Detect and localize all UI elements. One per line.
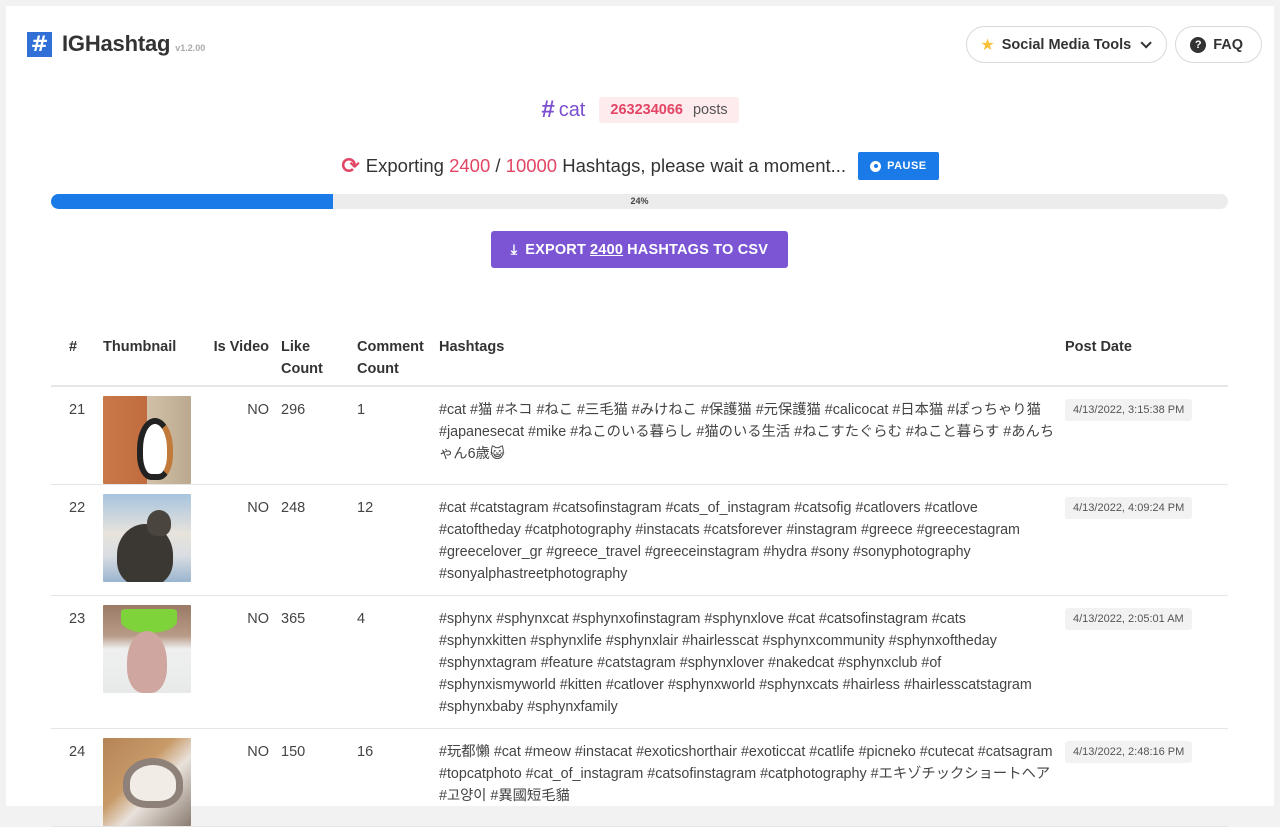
- faq-label: FAQ: [1213, 36, 1243, 53]
- pause-label: PAUSE: [887, 160, 927, 172]
- green-towel: [121, 609, 177, 633]
- column-header-thumbnail[interactable]: Thumbnail: [91, 336, 204, 385]
- like-count: 248: [281, 500, 306, 516]
- thumbnail-image[interactable]: [103, 494, 191, 582]
- hashtags-text: #玩都懶 #cat #meow #instacat #exoticshortha…: [439, 744, 1053, 804]
- export-current: 2400: [449, 155, 491, 176]
- comment-count: 16: [357, 744, 374, 760]
- pause-circle-icon: [870, 160, 882, 172]
- hashtags-text: #cat #catstagram #catsofinstagram #cats_…: [439, 500, 1020, 582]
- chevron-down-icon: [1140, 36, 1152, 49]
- table-row[interactable]: 21 NO 296 1 #cat #猫 #ネコ #ねこ #三毛猫 #みけねこ #…: [51, 387, 1228, 485]
- post-count: 263234066: [610, 102, 683, 118]
- column-header-comment-count[interactable]: Comment Count: [341, 336, 439, 385]
- like-count: 365: [281, 611, 306, 627]
- faq-button[interactable]: ? FAQ: [1175, 26, 1262, 63]
- question-circle-icon: ?: [1190, 36, 1207, 53]
- export-csv-button[interactable]: ⤓ EXPORT 2400 HASHTAGS TO CSV: [491, 231, 788, 268]
- cat-figure: [137, 418, 173, 480]
- hashtags-text: #sphynx #sphynxcat #sphynxofinstagram #s…: [439, 611, 1032, 715]
- row-number: 21: [69, 402, 86, 418]
- star-icon: ★: [980, 36, 995, 54]
- hashtags-text: #cat #猫 #ネコ #ねこ #三毛猫 #みけねこ #保護猫 #元保護猫 #c…: [439, 402, 1055, 462]
- hashtag-icon: #: [541, 96, 555, 123]
- export-suffix: Hashtags, please wait a moment...: [562, 155, 847, 176]
- table-row[interactable]: 23 NO 365 4 #sphynx #sphynxcat #sphynxof…: [51, 596, 1228, 729]
- comment-count: 1: [357, 402, 366, 418]
- like-count: 150: [281, 744, 306, 760]
- pause-button[interactable]: PAUSE: [858, 152, 939, 180]
- export-button-prefix: EXPORT: [525, 241, 587, 258]
- export-button-count: 2400: [590, 241, 624, 258]
- thumbnail-image[interactable]: [103, 738, 191, 826]
- post-date-cell: 4/13/2022, 2:05:01 AM: [1065, 596, 1228, 728]
- post-date: 4/13/2022, 4:09:24 PM: [1065, 497, 1193, 519]
- export-button-suffix: HASHTAGS TO CSV: [627, 241, 769, 258]
- row-number: 22: [69, 500, 86, 516]
- column-header-like-count[interactable]: Like Count: [269, 336, 341, 385]
- export-status-text: Exporting 2400 / 10000 Hashtags, please …: [366, 155, 846, 177]
- thumbnail-cell: [91, 596, 204, 728]
- thumbnail-image[interactable]: [103, 396, 191, 484]
- post-date-cell: 4/13/2022, 2:48:16 PM: [1065, 729, 1228, 826]
- app-version: v1.2.00: [175, 43, 206, 53]
- is-video: NO: [247, 744, 269, 760]
- post-date: 4/13/2022, 2:05:01 AM: [1065, 608, 1192, 630]
- hashtag-name: cat: [558, 98, 586, 121]
- sync-icon: ⟳: [341, 153, 360, 178]
- export-progress-bar: 24%: [51, 194, 1228, 209]
- export-prefix: Exporting: [365, 155, 444, 176]
- post-count-label: posts: [692, 102, 728, 118]
- column-header-hashtags[interactable]: Hashtags: [439, 336, 1065, 385]
- hashtag-title: # cat: [541, 96, 585, 124]
- social-media-tools-label: Social Media Tools: [1001, 36, 1132, 53]
- column-header-num[interactable]: #: [51, 336, 91, 385]
- app-title: IGHashtag: [62, 31, 171, 56]
- social-media-tools-dropdown[interactable]: ★ Social Media Tools: [966, 26, 1168, 63]
- cat-head: [147, 510, 171, 536]
- comment-count: 4: [357, 611, 366, 627]
- post-date-cell: 4/13/2022, 3:15:38 PM: [1065, 387, 1228, 484]
- is-video: NO: [247, 611, 269, 627]
- table-row[interactable]: 24 NO 150 16 #玩都懶 #cat #meow #instacat #…: [51, 729, 1228, 827]
- app-logo[interactable]: # IGHashtag v1.2.00: [27, 31, 205, 57]
- is-video: NO: [247, 500, 269, 516]
- cat-figure: [123, 758, 183, 808]
- table-row[interactable]: 22 NO 248 12 #cat #catstagram #catsofins…: [51, 485, 1228, 596]
- post-date-cell: 4/13/2022, 4:09:24 PM: [1065, 485, 1228, 595]
- hashtag-logo-icon: #: [27, 31, 52, 57]
- table-header: # Thumbnail Is Video Like Count Comment …: [51, 336, 1228, 387]
- export-separator: /: [495, 155, 501, 176]
- post-date: 4/13/2022, 3:15:38 PM: [1065, 399, 1193, 421]
- cat-figure: [127, 631, 167, 693]
- download-icon: ⤓: [510, 241, 518, 257]
- progress-label: 24%: [630, 196, 649, 206]
- is-video: NO: [247, 402, 269, 418]
- thumbnail-cell: [91, 729, 204, 826]
- comment-count: 12: [357, 500, 374, 516]
- post-date: 4/13/2022, 2:48:16 PM: [1065, 741, 1193, 763]
- thumbnail-cell: [91, 485, 204, 595]
- row-number: 23: [69, 611, 86, 627]
- column-header-post-date[interactable]: Post Date: [1065, 336, 1228, 385]
- post-count-badge: 263234066 posts: [599, 97, 739, 123]
- column-header-is-video[interactable]: Is Video: [204, 336, 269, 385]
- page: # IGHashtag v1.2.00 ★ Social Media Tools…: [6, 6, 1274, 827]
- like-count: 296: [281, 402, 306, 418]
- hashtag-table: # Thumbnail Is Video Like Count Comment …: [51, 336, 1228, 827]
- thumbnail-image[interactable]: [103, 605, 191, 693]
- row-number: 24: [69, 744, 86, 760]
- export-total: 10000: [505, 155, 558, 176]
- top-nav: ★ Social Media Tools ? FAQ: [966, 26, 1262, 63]
- thumbnail-cell: [91, 387, 204, 484]
- hashtag-summary: # cat 263234066 posts: [6, 96, 1274, 124]
- export-status: ⟳ Exporting 2400 / 10000 Hashtags, pleas…: [6, 152, 1274, 180]
